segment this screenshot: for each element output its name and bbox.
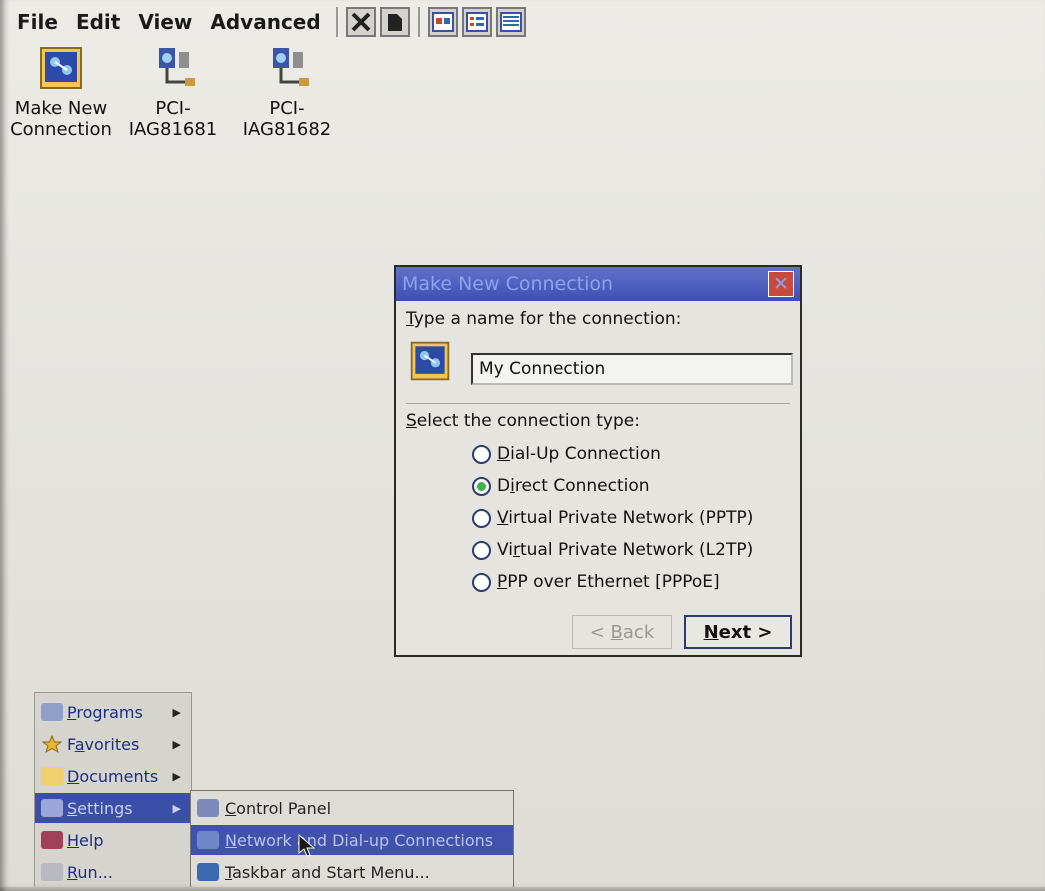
radio-vpn-pptp[interactable]: Virtual Private Network (PPTP) bbox=[472, 508, 753, 528]
control-panel-icon bbox=[197, 799, 219, 817]
pci-iag81681-shortcut[interactable]: PCI- IAG81681 bbox=[118, 44, 228, 140]
network-connection-icon bbox=[149, 44, 197, 92]
details-view-icon[interactable] bbox=[495, 7, 526, 37]
favorites-icon bbox=[41, 734, 63, 754]
radio-label: Direct Connection bbox=[497, 476, 650, 496]
start-menu-documents[interactable]: Documents ▶ bbox=[35, 761, 191, 791]
menu-edit[interactable]: Edit bbox=[67, 7, 129, 37]
radio-label: Dial-Up Connection bbox=[497, 444, 661, 464]
large-icons-view-icon[interactable] bbox=[427, 7, 458, 37]
connection-type-icon bbox=[408, 339, 452, 383]
properties-icon[interactable] bbox=[379, 7, 410, 37]
radio-button-selected[interactable] bbox=[472, 476, 491, 496]
radio-dial-up-connection[interactable]: Dial-Up Connection bbox=[472, 444, 661, 464]
pci-iag81682-shortcut[interactable]: PCI- IAG81682 bbox=[232, 44, 342, 140]
radio-button[interactable] bbox=[472, 540, 491, 560]
submenu-arrow-icon: ▶ bbox=[172, 801, 181, 815]
start-menu-programs[interactable]: Programs ▶ bbox=[35, 697, 191, 727]
dialog-title: Make New Connection bbox=[402, 273, 614, 295]
submenu-arrow-icon: ▶ bbox=[172, 737, 181, 751]
start-menu: Programs ▶ Favorites ▶ Documents ▶ Setti… bbox=[34, 692, 192, 890]
start-menu-help[interactable]: Help bbox=[35, 825, 191, 855]
radio-pppoe[interactable]: PPP over Ethernet [PPPoE] bbox=[472, 572, 720, 592]
menu-label: Favorites bbox=[67, 734, 140, 754]
radio-button[interactable] bbox=[472, 508, 491, 528]
settings-submenu: Control Panel Network and Dial-up Connec… bbox=[190, 790, 514, 889]
submenu-arrow-icon: ▶ bbox=[172, 769, 181, 783]
start-menu-favorites[interactable]: Favorites ▶ bbox=[35, 729, 191, 759]
radio-label: PPP over Ethernet [PPPoE] bbox=[497, 572, 720, 592]
make-new-connection-shortcut[interactable]: Make New Connection bbox=[6, 44, 116, 140]
icon-label: PCI- IAG81682 bbox=[242, 98, 332, 140]
name-prompt-label: Type a name for the connection: bbox=[406, 309, 682, 329]
submenu-arrow-icon: ▶ bbox=[172, 705, 181, 719]
make-new-connection-dialog: Make New Connection ✕ Type a name for th… bbox=[394, 265, 802, 657]
menu-label: Help bbox=[67, 830, 104, 850]
menu-label: Network and Dial-up Connections bbox=[225, 830, 494, 850]
network-connections-icon bbox=[197, 831, 219, 849]
menu-bar: File Edit View Advanced bbox=[8, 4, 1045, 40]
programs-icon bbox=[41, 703, 63, 721]
documents-icon bbox=[41, 767, 63, 785]
radio-direct-connection[interactable]: Direct Connection bbox=[472, 476, 650, 496]
menu-view[interactable]: View bbox=[129, 7, 201, 37]
close-icon: ✕ bbox=[773, 273, 789, 295]
menu-label: Control Panel bbox=[225, 798, 332, 818]
menu-label: Taskbar and Start Menu... bbox=[225, 862, 430, 882]
close-button[interactable]: ✕ bbox=[768, 271, 794, 297]
radio-button[interactable] bbox=[472, 444, 491, 464]
radio-button[interactable] bbox=[472, 572, 491, 592]
settings-icon bbox=[41, 799, 63, 817]
dialog-separator bbox=[406, 403, 790, 404]
connection-name-input[interactable]: My Connection bbox=[471, 353, 793, 385]
mouse-cursor-icon bbox=[298, 833, 316, 863]
menu-label: Documents bbox=[67, 766, 159, 786]
run-icon bbox=[41, 863, 63, 881]
menu-label: Run... bbox=[67, 862, 113, 882]
help-icon bbox=[41, 831, 63, 849]
dialog-title-bar[interactable]: Make New Connection ✕ bbox=[396, 267, 800, 301]
submenu-network-dialup-connections[interactable]: Network and Dial-up Connections bbox=[191, 825, 513, 855]
radio-label: Virtual Private Network (L2TP) bbox=[497, 540, 754, 560]
toolbar-separator bbox=[417, 7, 420, 37]
taskbar bbox=[0, 887, 1045, 891]
start-menu-settings[interactable]: Settings ▶ bbox=[35, 793, 191, 823]
icon-label: Make New Connection bbox=[10, 98, 112, 140]
toolbar-separator bbox=[335, 7, 338, 37]
delete-icon[interactable] bbox=[345, 7, 376, 37]
radio-vpn-l2tp[interactable]: Virtual Private Network (L2TP) bbox=[472, 540, 753, 560]
submenu-control-panel[interactable]: Control Panel bbox=[191, 793, 513, 823]
menu-advanced[interactable]: Advanced bbox=[201, 7, 329, 37]
type-prompt-label: Select the connection type: bbox=[406, 411, 640, 431]
back-button[interactable]: < Back bbox=[572, 615, 672, 649]
radio-label: Virtual Private Network (PPTP) bbox=[497, 508, 754, 528]
taskbar-icon bbox=[197, 863, 219, 881]
menu-file[interactable]: File bbox=[8, 7, 67, 37]
icon-label: PCI- IAG81681 bbox=[128, 98, 218, 140]
menu-label: Programs bbox=[67, 702, 143, 722]
small-icons-view-icon[interactable] bbox=[461, 7, 492, 37]
next-button[interactable]: Next > bbox=[684, 615, 792, 649]
menu-label: Settings bbox=[67, 798, 133, 818]
network-connection-icon bbox=[263, 44, 311, 92]
submenu-taskbar-start-menu[interactable]: Taskbar and Start Menu... bbox=[191, 857, 513, 887]
start-menu-run[interactable]: Run... bbox=[35, 857, 191, 887]
make-new-connection-icon bbox=[37, 44, 85, 92]
